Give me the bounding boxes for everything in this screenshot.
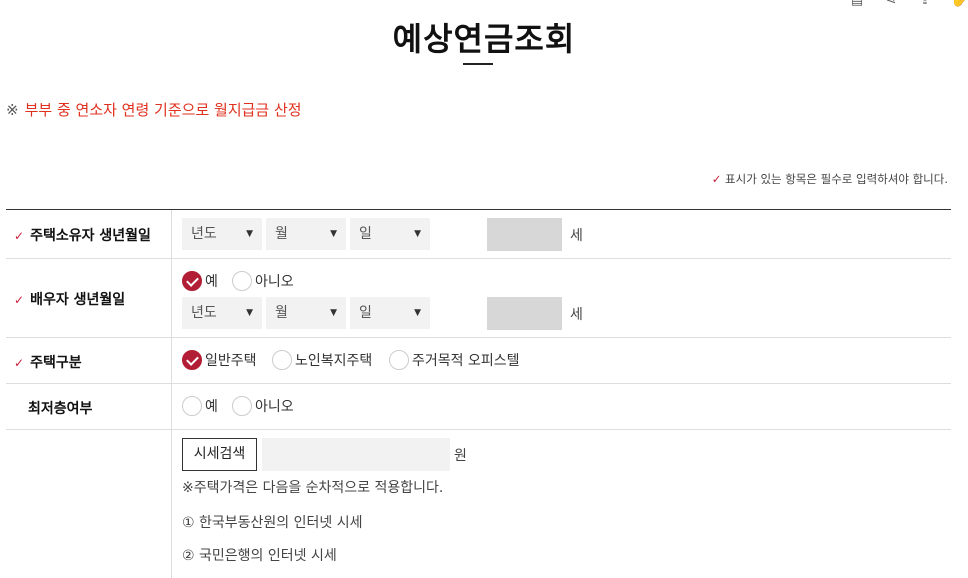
spouse-birth-label: ✓ 배우자 생년월일 <box>14 289 125 309</box>
chevron-down-icon: ▼ <box>246 308 253 318</box>
price-source-1: ① 한국부동산원의 인터넷 시세 <box>182 515 363 531</box>
row-divider <box>6 258 951 259</box>
notice-text: 부부 중 연소자 연령 기준으로 월지급금 산정 <box>24 101 302 119</box>
radio-icon <box>232 271 252 291</box>
page-title: 예상연금조회 <box>392 20 576 58</box>
house-general-radio[interactable]: 일반주택 <box>182 350 257 370</box>
price-input[interactable] <box>262 438 450 471</box>
check-icon: ✓ <box>14 229 25 243</box>
row-divider <box>6 337 951 338</box>
owner-age-field <box>487 218 562 251</box>
price-search-button[interactable]: 시세검색 <box>182 438 257 471</box>
required-note-text: 표시가 있는 항목은 필수로 입력하셔야 합니다. <box>725 172 948 186</box>
owner-birth-label-text: 주택소유자 생년월일 <box>30 228 151 244</box>
owner-year-select[interactable]: 년도 ▼ <box>182 218 262 250</box>
chevron-down-icon: ▼ <box>330 229 337 239</box>
spouse-month-value: 월 <box>275 305 288 321</box>
floor-no-radio[interactable]: 아니오 <box>232 396 294 416</box>
export-icon[interactable]: ⇪ <box>916 0 934 8</box>
chevron-down-icon: ▼ <box>414 308 421 318</box>
house-type-label-text: 주택구분 <box>30 355 82 371</box>
row-divider <box>6 429 951 430</box>
row-divider <box>6 383 951 384</box>
spouse-no-radio[interactable]: 아니오 <box>232 271 294 291</box>
owner-year-value: 년도 <box>191 226 217 242</box>
notice: ※ 부부 중 연소자 연령 기준으로 월지급금 산정 <box>6 99 302 120</box>
owner-birth-label: ✓ 주택소유자 생년월일 <box>14 225 151 245</box>
chevron-down-icon: ▼ <box>414 229 421 239</box>
price-unit: 원 <box>454 448 467 464</box>
house-general-label: 일반주택 <box>205 353 257 369</box>
column-divider <box>171 210 172 578</box>
chevron-down-icon: ▼ <box>246 229 253 239</box>
owner-day-select[interactable]: 일 ▼ <box>350 218 430 250</box>
owner-month-value: 월 <box>275 226 288 242</box>
radio-icon <box>182 396 202 416</box>
house-senior-radio[interactable]: 노인복지주택 <box>272 350 372 370</box>
required-note: ✓ 표시가 있는 항목은 필수로 입력하셔야 합니다. <box>712 171 948 187</box>
owner-day-value: 일 <box>359 226 372 242</box>
spouse-no-label: 아니오 <box>255 274 294 290</box>
price-note: ※주택가격은 다음을 순차적으로 적용합니다. <box>182 480 444 496</box>
floor-yes-radio[interactable]: 예 <box>182 396 218 416</box>
radio-icon <box>232 396 252 416</box>
spouse-year-value: 년도 <box>191 305 217 321</box>
owner-month-select[interactable]: 월 ▼ <box>266 218 346 250</box>
check-icon: ✓ <box>14 356 25 370</box>
house-senior-label: 노인복지주택 <box>295 353 373 369</box>
notice-mark: ※ <box>6 101 19 119</box>
hand-icon[interactable]: ✋ <box>950 0 968 8</box>
spouse-age-field <box>487 297 562 330</box>
spouse-birth-label-text: 배우자 생년월일 <box>30 292 126 308</box>
house-type-label: ✓ 주택구분 <box>14 352 82 372</box>
title-underline <box>463 63 493 65</box>
chevron-down-icon: ▼ <box>330 308 337 318</box>
check-icon: ✓ <box>14 293 25 307</box>
spouse-day-value: 일 <box>359 305 372 321</box>
print-icon[interactable]: ▤ <box>848 0 866 8</box>
radio-icon <box>389 350 409 370</box>
share-icon[interactable]: ⋖ <box>882 0 900 8</box>
radio-checked-icon <box>182 350 202 370</box>
radio-icon <box>272 350 292 370</box>
table-top-border <box>6 209 951 210</box>
price-source-2: ② 국민은행의 인터넷 시세 <box>182 548 337 564</box>
spouse-yes-radio[interactable]: 예 <box>182 271 218 291</box>
owner-age-unit: 세 <box>570 228 583 244</box>
check-icon: ✓ <box>711 172 722 186</box>
spouse-day-select[interactable]: 일 ▼ <box>350 297 430 329</box>
house-officetel-label: 주거목적 오피스텔 <box>412 353 520 369</box>
toolbar-icons: ▤ ⋖ ⇪ ✋ <box>848 0 968 8</box>
spouse-yes-label: 예 <box>205 274 218 290</box>
radio-checked-icon <box>182 271 202 291</box>
spouse-age-unit: 세 <box>570 307 583 323</box>
lowest-floor-label: 최저층여부 <box>28 401 93 417</box>
floor-no-label: 아니오 <box>255 399 294 415</box>
spouse-year-select[interactable]: 년도 ▼ <box>182 297 262 329</box>
house-officetel-radio[interactable]: 주거목적 오피스텔 <box>389 350 520 370</box>
spouse-month-select[interactable]: 월 ▼ <box>266 297 346 329</box>
floor-yes-label: 예 <box>205 399 218 415</box>
